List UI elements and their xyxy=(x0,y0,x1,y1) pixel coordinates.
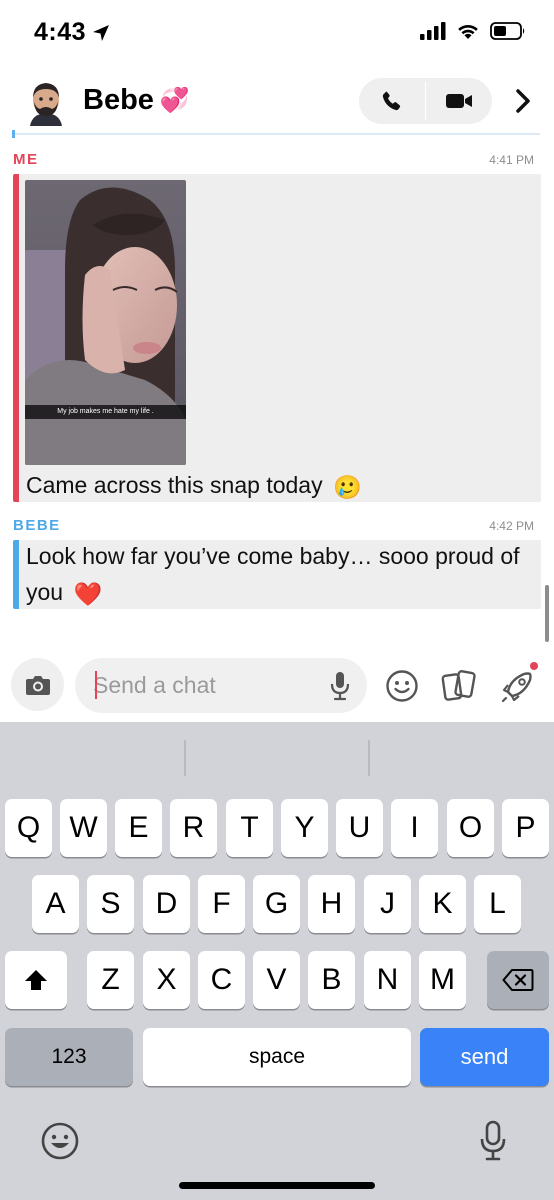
shift-key[interactable] xyxy=(5,951,67,1009)
keyboard: Q W E R T Y U I O P A S D F G H J K L Z … xyxy=(0,722,554,1200)
dictation-button[interactable] xyxy=(471,1119,515,1163)
key-o[interactable]: O xyxy=(447,799,494,857)
battery-icon xyxy=(490,22,525,40)
phone-icon xyxy=(382,91,401,111)
message-emoji: ❤️ xyxy=(73,580,103,607)
header-separator xyxy=(14,133,540,135)
key-t[interactable]: T xyxy=(226,799,273,857)
key-n[interactable]: N xyxy=(364,951,411,1009)
chat-input-bar xyxy=(0,648,554,722)
numbers-key[interactable]: 123 xyxy=(5,1028,133,1086)
key-w[interactable]: W xyxy=(60,799,107,857)
emoji-keyboard-icon xyxy=(41,1122,79,1160)
chat-input[interactable] xyxy=(93,669,313,701)
status-time: 4:43 xyxy=(34,18,110,47)
video-call-button[interactable] xyxy=(426,78,492,124)
sender-label-bebe: BEBE xyxy=(13,517,61,534)
cards-button[interactable] xyxy=(441,668,477,704)
suggestion-divider xyxy=(184,740,186,776)
cellular-signal-icon xyxy=(420,22,446,40)
key-z[interactable]: Z xyxy=(87,951,134,1009)
key-g[interactable]: G xyxy=(253,875,300,933)
status-bar: 4:43 xyxy=(0,0,554,70)
key-u[interactable]: U xyxy=(336,799,383,857)
key-l[interactable]: L xyxy=(474,875,521,933)
message-timestamp: 4:42 PM xyxy=(489,519,534,533)
rocket-icon xyxy=(501,672,532,703)
send-key[interactable]: send xyxy=(420,1028,549,1086)
message-text-body: Came across this snap today xyxy=(26,472,323,498)
key-j[interactable]: J xyxy=(364,875,411,933)
backspace-key[interactable] xyxy=(487,951,549,1009)
key-r[interactable]: R xyxy=(170,799,217,857)
key-b[interactable]: B xyxy=(308,951,355,1009)
suggestion-divider xyxy=(368,740,370,776)
key-m[interactable]: M xyxy=(419,951,466,1009)
status-icons xyxy=(420,22,526,40)
key-q[interactable]: Q xyxy=(5,799,52,857)
key-c[interactable]: C xyxy=(198,951,245,1009)
shift-arrow-icon xyxy=(25,970,47,990)
home-indicator[interactable] xyxy=(179,1182,375,1189)
dictation-mic-icon xyxy=(480,1120,506,1161)
saved-snap-image[interactable]: My job makes me hate my life . xyxy=(25,180,186,465)
clock-text: 4:43 xyxy=(34,18,87,46)
space-key[interactable]: space xyxy=(143,1028,411,1086)
location-arrow-icon xyxy=(93,24,110,41)
microphone-icon[interactable] xyxy=(327,670,353,702)
scrollbar[interactable] xyxy=(545,585,549,642)
contact-name[interactable]: Bebe 💞 xyxy=(83,84,190,117)
chat-header: Bebe 💞 xyxy=(0,70,554,132)
key-a[interactable]: A xyxy=(32,875,79,933)
notification-dot xyxy=(530,662,538,670)
backspace-icon xyxy=(502,969,534,991)
text-caret xyxy=(95,671,97,699)
contact-name-text: Bebe xyxy=(83,84,154,116)
key-d[interactable]: D xyxy=(143,875,190,933)
camera-icon xyxy=(25,675,50,695)
emoji-keyboard-button[interactable] xyxy=(38,1119,82,1163)
friend-emoji: 💞 xyxy=(159,87,190,114)
key-h[interactable]: H xyxy=(308,875,355,933)
message-emoji: 🥲 xyxy=(332,473,362,500)
key-i[interactable]: I xyxy=(391,799,438,857)
bitmoji-avatar[interactable] xyxy=(24,78,68,126)
key-s[interactable]: S xyxy=(87,875,134,933)
key-y[interactable]: Y xyxy=(281,799,328,857)
call-buttons xyxy=(359,78,492,124)
message-text: Came across this snap today 🥲 xyxy=(26,467,526,505)
rocket-button[interactable] xyxy=(500,662,538,704)
cards-icon xyxy=(441,670,476,701)
camera-button[interactable] xyxy=(11,658,64,711)
smiley-icon xyxy=(386,670,418,702)
key-e[interactable]: E xyxy=(115,799,162,857)
key-v[interactable]: V xyxy=(253,951,300,1009)
chat-input-container[interactable] xyxy=(75,658,367,713)
key-p[interactable]: P xyxy=(502,799,549,857)
message-timestamp: 4:41 PM xyxy=(489,153,534,167)
chevron-right-icon[interactable] xyxy=(510,86,536,116)
key-k[interactable]: K xyxy=(419,875,466,933)
voice-call-button[interactable] xyxy=(359,78,425,124)
header-separator-accent xyxy=(12,130,15,138)
video-camera-icon xyxy=(446,94,473,108)
message-text: Look how far you’ve come baby… sooo prou… xyxy=(26,538,536,612)
snap-caption: My job makes me hate my life . xyxy=(25,405,186,419)
key-x[interactable]: X xyxy=(143,951,190,1009)
sticker-button[interactable] xyxy=(384,668,420,704)
wifi-icon xyxy=(458,24,478,39)
key-f[interactable]: F xyxy=(198,875,245,933)
sender-label-me: ME xyxy=(13,151,39,168)
